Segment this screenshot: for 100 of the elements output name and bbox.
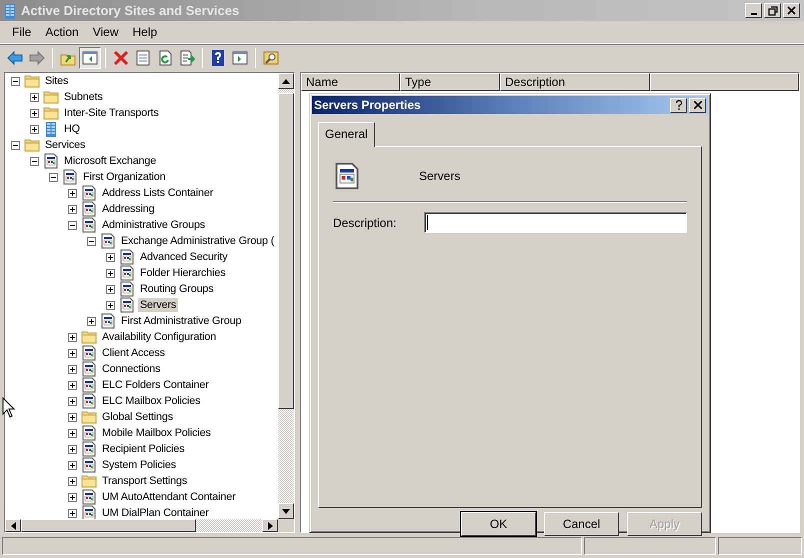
expand-toggle[interactable] — [106, 284, 115, 294]
vertical-scrollbar[interactable] — [278, 73, 294, 519]
folder-icon — [43, 89, 59, 105]
folder-icon — [81, 329, 97, 345]
building-icon — [43, 121, 59, 137]
tree-item[interactable]: Services — [43, 138, 88, 152]
column-header[interactable]: Description — [500, 73, 650, 91]
scrollbar-corner — [278, 519, 294, 532]
tree-item[interactable]: Client Access — [100, 346, 167, 360]
tree-item[interactable]: HQ — [62, 122, 82, 136]
expand-toggle[interactable] — [68, 348, 77, 358]
folder-icon — [24, 73, 40, 89]
pane-icon — [232, 50, 248, 66]
expand-toggle[interactable] — [30, 124, 39, 134]
collapse-toggle[interactable] — [68, 220, 77, 230]
scroll-thumb[interactable] — [21, 519, 196, 532]
toolbar-button[interactable] — [79, 47, 101, 69]
tree-item[interactable]: Sites — [43, 74, 70, 88]
tree-item[interactable]: Mobile Mailbox Policies — [100, 426, 213, 440]
container-icon — [100, 233, 116, 249]
expand-toggle[interactable] — [87, 316, 96, 326]
expand-toggle[interactable] — [106, 268, 115, 278]
dialog-button[interactable]: Cancel — [544, 512, 619, 536]
tree-item[interactable]: Administrative Groups — [100, 218, 208, 232]
close-icon — [787, 6, 796, 15]
tree-item[interactable]: Exchange Administrative Group ( — [119, 234, 276, 248]
tree-item[interactable]: Recipient Policies — [100, 442, 187, 456]
tree-item[interactable]: Connections — [100, 362, 162, 376]
tree-item[interactable]: Addressing — [100, 202, 157, 216]
description-field[interactable] — [424, 212, 687, 233]
collapse-toggle[interactable] — [30, 156, 39, 166]
expand-toggle[interactable] — [30, 108, 39, 118]
expand-toggle[interactable] — [68, 204, 77, 214]
scroll-down-button[interactable] — [278, 503, 294, 519]
scroll-right-button[interactable] — [262, 519, 278, 532]
tab[interactable]: General — [318, 122, 375, 147]
export-list-icon — [179, 50, 195, 66]
tree-item[interactable]: Global Settings — [100, 410, 175, 424]
scroll-left-button[interactable] — [5, 519, 21, 532]
tree-item[interactable]: Folder Hierarchies — [138, 266, 228, 280]
container-icon — [119, 297, 135, 313]
tree-item[interactable]: Servers — [138, 298, 178, 312]
tree-item[interactable]: Transport Settings — [100, 474, 190, 488]
menu-item[interactable]: Help — [126, 21, 164, 43]
expand-toggle[interactable] — [68, 476, 77, 486]
collapse-toggle[interactable] — [11, 140, 20, 150]
scroll-thumb[interactable] — [278, 93, 294, 409]
expand-toggle[interactable] — [68, 444, 77, 454]
expand-toggle[interactable] — [68, 188, 77, 198]
menu-item[interactable]: View — [86, 21, 126, 43]
expand-toggle[interactable] — [68, 428, 77, 438]
expand-toggle[interactable] — [68, 380, 77, 390]
expand-toggle[interactable] — [30, 92, 39, 102]
tree-item[interactable]: Microsoft Exchange — [62, 154, 158, 168]
column-header[interactable]: Name — [301, 73, 400, 91]
close-button[interactable] — [689, 98, 706, 112]
tree-item[interactable]: Availability Configuration — [100, 330, 218, 344]
menu-item[interactable]: File — [5, 21, 38, 43]
collapse-toggle[interactable] — [87, 236, 96, 246]
tree-item[interactable]: ELC Folders Container — [100, 378, 211, 392]
scroll-up-button[interactable] — [278, 73, 294, 89]
tree-item[interactable]: ELC Mailbox Policies — [100, 394, 202, 408]
tree-item[interactable]: Subnets — [62, 90, 105, 104]
horizontal-scrollbar[interactable] — [5, 519, 278, 532]
help-button[interactable] — [670, 98, 687, 112]
collapse-toggle[interactable] — [11, 76, 20, 86]
tree-item[interactable]: Inter-Site Transports — [62, 106, 161, 120]
expand-toggle[interactable] — [68, 396, 77, 406]
column-header[interactable] — [650, 73, 799, 91]
expand-toggle[interactable] — [68, 412, 77, 422]
expand-toggle[interactable] — [68, 460, 77, 470]
expand-toggle[interactable] — [68, 364, 77, 374]
expand-toggle[interactable] — [68, 332, 77, 342]
container-icon — [43, 153, 59, 169]
tree-item[interactable]: Address Lists Container — [100, 186, 216, 200]
column-header[interactable]: Type — [400, 73, 500, 91]
tree-item[interactable]: UM DialPlan Container — [100, 506, 211, 519]
tree-item[interactable]: Advanced Security — [138, 250, 230, 264]
tree-item[interactable]: System Policies — [100, 458, 178, 472]
collapse-toggle[interactable] — [49, 172, 58, 182]
minimize-button[interactable] — [745, 3, 762, 18]
dialog-button[interactable]: OK — [461, 512, 536, 536]
container-icon — [100, 313, 116, 329]
folder-icon — [43, 105, 59, 121]
right-arrow-icon — [268, 522, 272, 530]
expand-toggle[interactable] — [106, 300, 115, 310]
up-arrow-icon — [282, 78, 290, 84]
expand-toggle[interactable] — [68, 492, 77, 502]
expand-toggle[interactable] — [68, 508, 77, 518]
tree-item[interactable]: First Organization — [81, 170, 168, 184]
tree-item[interactable]: UM AutoAttendant Container — [100, 490, 238, 504]
tree-item[interactable]: Routing Groups — [138, 282, 216, 296]
app-icon — [2, 3, 18, 20]
find-icon — [263, 50, 279, 66]
tree-item[interactable]: First Administrative Group — [119, 314, 244, 328]
container-icon — [62, 169, 78, 185]
expand-toggle[interactable] — [106, 252, 115, 262]
menu-item[interactable]: Action — [38, 21, 86, 43]
close-button[interactable] — [783, 3, 800, 18]
restore-button[interactable] — [764, 3, 781, 18]
